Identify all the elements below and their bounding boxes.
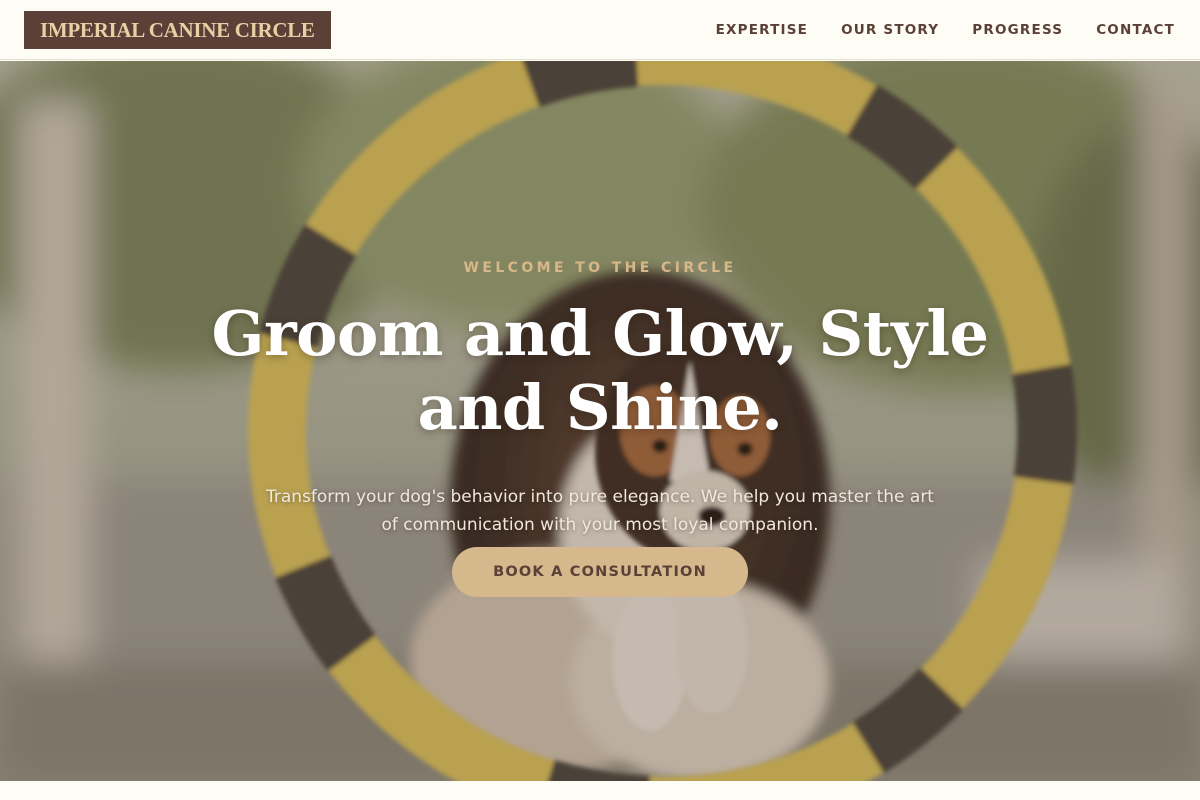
nav-link-expertise[interactable]: EXPERTISE	[716, 22, 809, 38]
hero-eyebrow: WELCOME TO THE CIRCLE	[463, 260, 737, 276]
hero-content: WELCOME TO THE CIRCLE Groom and Glow, St…	[0, 61, 1200, 781]
site-header: IMPERIAL CANINE CIRCLE EXPERTISE OUR STO…	[0, 0, 1200, 60]
below-hero-strip	[0, 781, 1200, 800]
hero-headline: Groom and Glow, Style and Shine.	[211, 297, 989, 444]
nav-link-progress[interactable]: PROGRESS	[972, 22, 1063, 38]
hero-subtext: Transform your dog's behavior into pure …	[266, 487, 934, 535]
main-nav: EXPERTISE OUR STORY PROGRESS CONTACT	[716, 0, 1175, 60]
nav-link-our-story[interactable]: OUR STORY	[841, 22, 939, 38]
site-logo[interactable]: IMPERIAL CANINE CIRCLE	[24, 11, 331, 49]
nav-link-contact[interactable]: CONTACT	[1096, 22, 1175, 38]
hero-section: WELCOME TO THE CIRCLE Groom and Glow, St…	[0, 61, 1200, 781]
book-consultation-button[interactable]: BOOK A CONSULTATION	[452, 547, 748, 597]
